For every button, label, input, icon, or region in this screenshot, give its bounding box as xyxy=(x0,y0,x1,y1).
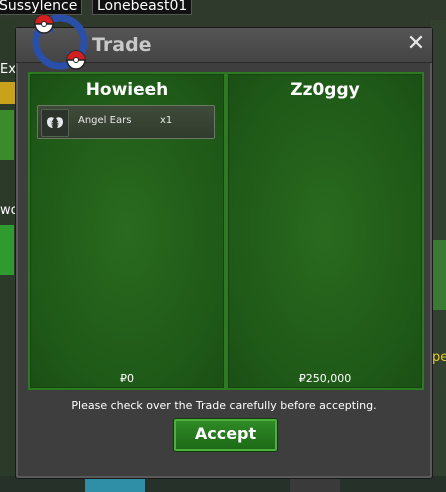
money-offer-right: ₽250,000 xyxy=(298,372,352,385)
player-sprite-bottom xyxy=(85,478,145,492)
trade-notice: Please check over the Trade carefully be… xyxy=(71,399,377,412)
trade-item-row[interactable]: Angel Ears x1 xyxy=(37,105,215,139)
trader-name-left: Howieeh xyxy=(85,80,169,100)
close-button[interactable]: ✕ xyxy=(406,33,426,55)
player-sprite-green xyxy=(0,110,14,160)
side-text: Ex xyxy=(0,62,16,77)
trade-window: Trade ✕ Howieeh Angel Ears x1 ₽0 Zz0ggy … xyxy=(15,14,433,479)
side-text: pe xyxy=(432,350,446,365)
trade-panel-right: Zz0ggy ₽250,000 xyxy=(226,72,424,390)
item-name: Angel Ears xyxy=(78,115,132,126)
accept-button[interactable]: Accept xyxy=(174,419,277,451)
player-sprite-gold xyxy=(0,82,16,104)
item-quantity: x1 xyxy=(160,115,173,126)
trader-name-right: Zz0ggy xyxy=(290,80,360,100)
player-sprite-bottom-2 xyxy=(290,478,340,492)
trade-logo-icon xyxy=(32,14,88,70)
money-offer-left: ₽0 xyxy=(120,372,134,385)
window-title: Trade xyxy=(92,34,152,56)
angel-wings-icon xyxy=(41,109,69,137)
player-sprite-green-2 xyxy=(0,225,14,275)
player-nametag: Lonebeast01 xyxy=(92,0,193,15)
player-sprite-right xyxy=(432,240,446,310)
trade-panel-left: Howieeh Angel Ears x1 ₽0 xyxy=(28,72,226,390)
